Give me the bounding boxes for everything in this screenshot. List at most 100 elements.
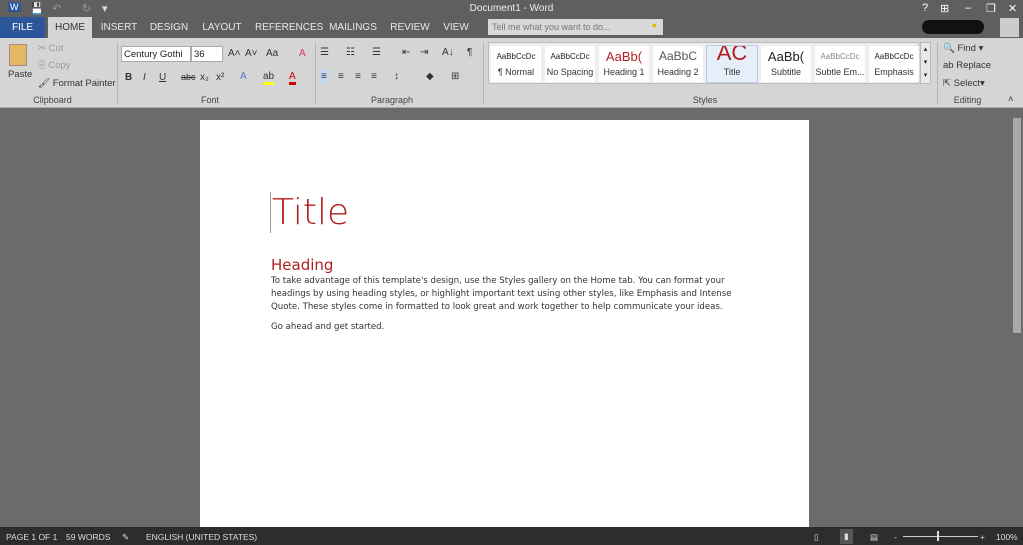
align-center-button[interactable]: ≡ <box>338 71 344 82</box>
zoom-slider-thumb[interactable] <box>937 531 939 541</box>
style-preview: AaBbCcDc <box>820 52 860 61</box>
tab-insert[interactable]: INSERT <box>98 17 140 38</box>
minimize-button[interactable]: – <box>965 2 971 14</box>
numbering-icon[interactable]: ☷ <box>346 47 355 58</box>
format-painter-button[interactable]: 🖌 Format Painter <box>38 78 116 89</box>
print-layout-icon[interactable]: ▮ <box>840 529 853 544</box>
font-group-label: Font <box>200 95 219 105</box>
tab-design[interactable]: DESIGN <box>148 17 190 38</box>
language[interactable]: ENGLISH (UNITED STATES) <box>146 532 257 542</box>
divider <box>315 42 316 104</box>
font-color-icon[interactable]: A <box>289 71 296 85</box>
change-case-icon[interactable]: Aa <box>266 48 278 59</box>
line-spacing-icon[interactable]: ↕ <box>394 71 399 82</box>
styles-gallery: AaBbCcDc ¶ Normal AaBbCcDc No Spacing AaBb… <box>488 42 919 84</box>
decrease-indent-icon[interactable]: ⇤ <box>402 47 410 58</box>
shrink-font-icon[interactable]: A˅ <box>245 48 258 59</box>
avatar[interactable] <box>1000 18 1019 37</box>
copy-button[interactable]: ⎘ Copy <box>38 60 70 71</box>
show-formatting-icon[interactable]: ¶ <box>467 47 472 58</box>
restore-button[interactable]: ❐ <box>986 2 996 15</box>
style-subtle-emphasis[interactable]: AaBbCcDc Subtle Em... <box>815 46 865 82</box>
style-name: Heading 1 <box>603 67 645 77</box>
proofing-icon[interactable]: ✎ <box>122 532 129 543</box>
cut-button[interactable]: ✂ Cut <box>38 43 63 54</box>
tell-me-input[interactable]: Tell me what you want to do... ● <box>488 19 663 35</box>
tab-references[interactable]: REFERENCES <box>255 17 323 38</box>
style-name: ¶ Normal <box>497 67 535 77</box>
underline-button[interactable]: U <box>159 72 166 83</box>
select-button[interactable]: ⇱ Select▾ <box>943 78 985 89</box>
styles-scroll-buttons[interactable]: ▴ ▾ ▾ <box>920 42 931 84</box>
multilevel-list-icon[interactable]: ☰ <box>372 47 381 58</box>
italic-button[interactable]: I <box>143 72 146 83</box>
web-layout-icon[interactable]: ▤ <box>870 532 878 543</box>
align-right-button[interactable]: ≡ <box>355 71 361 82</box>
tab-file[interactable]: FILE <box>0 17 45 38</box>
tab-review[interactable]: REVIEW <box>390 17 430 38</box>
paste-button[interactable]: Paste <box>8 69 32 80</box>
paragraph-group-label: Paragraph <box>370 95 414 105</box>
paste-icon[interactable] <box>9 44 27 66</box>
style-emphasis[interactable]: AaBbCcDc Emphasis <box>869 46 919 82</box>
vertical-scrollbar[interactable] <box>1011 108 1023 527</box>
divider <box>937 42 938 104</box>
borders-icon[interactable]: ⊞ <box>451 71 459 82</box>
scrollbar-thumb[interactable] <box>1013 118 1021 333</box>
tab-home[interactable]: HOME <box>48 17 92 38</box>
style-subtitle[interactable]: AaBb(Subtitle <box>761 46 811 82</box>
tab-mailings[interactable]: MAILINGS <box>328 17 378 38</box>
style-heading-1[interactable]: AaBb(Heading 1 <box>599 46 649 82</box>
style-name: Heading 2 <box>657 67 699 77</box>
replace-label: Replace <box>956 60 992 71</box>
window-title: Document1 - Word <box>469 3 554 14</box>
align-left-button[interactable]: ≡ <box>319 70 329 83</box>
page-count[interactable]: PAGE 1 OF 1 <box>6 532 57 542</box>
shading-icon[interactable]: ◆ <box>426 71 434 82</box>
clipboard-group-label: Clipboard <box>33 95 72 105</box>
font-size-select[interactable]: 36 <box>191 46 223 62</box>
zoom-out-button[interactable]: - <box>894 532 897 542</box>
highlight-color-icon[interactable]: ab <box>263 71 275 85</box>
help-button[interactable]: ? <box>922 2 928 14</box>
font-name-select[interactable]: Century Gothi <box>121 46 191 62</box>
text-effects-icon[interactable]: A <box>240 71 247 82</box>
style-title[interactable]: AC Title <box>706 45 758 83</box>
style-name: Subtle Em... <box>815 67 865 77</box>
tab-view[interactable]: VIEW <box>440 17 472 38</box>
zoom-in-button[interactable]: + <box>980 532 985 542</box>
replace-button[interactable]: ab Replace <box>943 60 991 71</box>
divider <box>483 42 484 104</box>
grow-font-icon[interactable]: A˄ <box>228 48 241 59</box>
document-page[interactable]: Title Heading To take advantage of this … <box>200 120 809 527</box>
zoom-level[interactable]: 100% <box>996 532 1018 542</box>
tell-me-placeholder: Tell me what you want to do... <box>492 22 611 32</box>
ribbon: Paste ✂ Cut ⎘ Copy 🖌 Format Painter Clip… <box>0 38 1023 108</box>
bullets-icon[interactable]: ☰ <box>320 47 329 58</box>
strikethrough-button[interactable]: abc <box>181 72 196 82</box>
justify-button[interactable]: ≡ <box>371 71 377 82</box>
word-count[interactable]: 59 WORDS <box>66 532 110 542</box>
clear-formatting-icon[interactable]: A <box>299 48 306 59</box>
increase-indent-icon[interactable]: ⇥ <box>420 47 428 58</box>
ribbon-display-options-button[interactable]: ⊞ <box>940 2 949 15</box>
document-body-paragraph: To take advantage of this template's des… <box>271 276 732 312</box>
zoom-slider[interactable] <box>903 536 978 537</box>
close-button[interactable]: ✕ <box>1008 2 1017 15</box>
bold-button[interactable]: B <box>125 72 132 83</box>
style-normal[interactable]: AaBbCcDc ¶ Normal <box>491 46 541 82</box>
style-preview: AaBbCcDc <box>550 52 590 61</box>
select-label: Select <box>953 78 981 89</box>
tab-layout[interactable]: LAYOUT <box>200 17 244 38</box>
copy-label: Copy <box>48 60 71 71</box>
user-account[interactable] <box>922 20 984 34</box>
find-button[interactable]: 🔍 Find ▾ <box>943 43 983 54</box>
style-no-spacing[interactable]: AaBbCcDc No Spacing <box>545 46 595 82</box>
collapse-ribbon-icon[interactable]: ˄ <box>1008 94 1014 105</box>
style-heading-2[interactable]: AaBbC Heading 2 <box>653 46 703 82</box>
status-bar: PAGE 1 OF 1 59 WORDS ✎ ENGLISH (UNITED S… <box>0 527 1023 545</box>
sort-icon[interactable]: A↓ <box>442 47 454 58</box>
subscript-button[interactable]: x₂ <box>200 72 209 83</box>
superscript-button[interactable]: x² <box>216 72 224 83</box>
read-mode-icon[interactable]: ▯ <box>814 532 819 543</box>
